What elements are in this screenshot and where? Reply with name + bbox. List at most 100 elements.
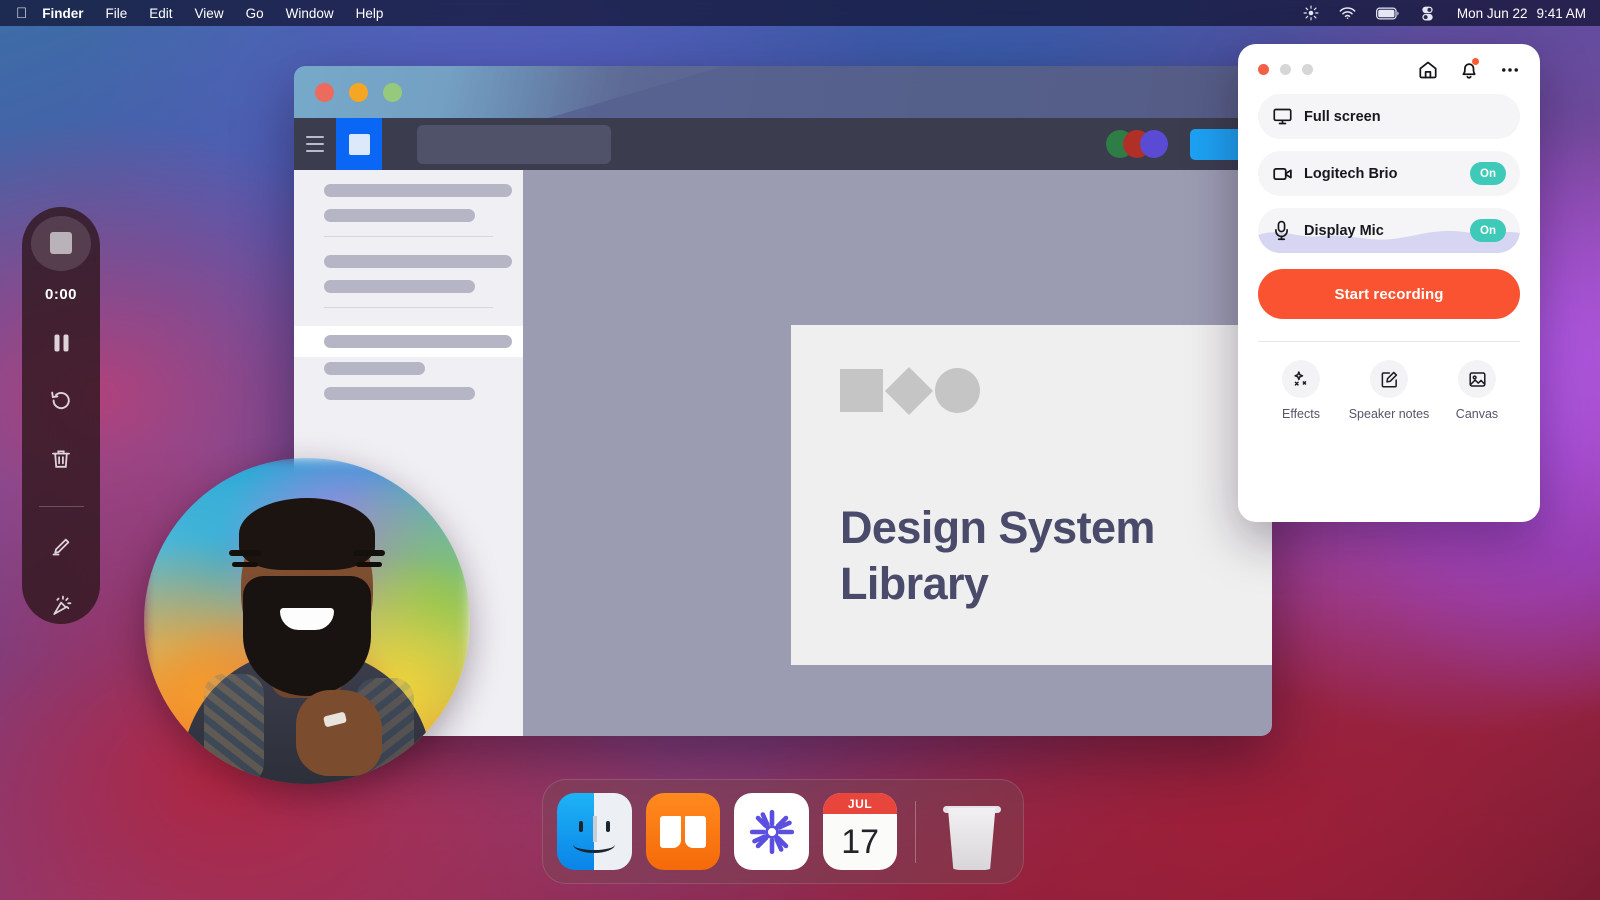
book-page-left [659, 815, 681, 848]
panel-header-actions [1414, 56, 1524, 84]
square-shape-icon [840, 369, 883, 412]
panel-zoom-button[interactable] [1302, 64, 1313, 75]
pause-icon[interactable] [41, 325, 81, 361]
person-eyebrow [353, 550, 385, 556]
panel-close-button[interactable] [1258, 64, 1269, 75]
starburst-icon [749, 809, 794, 854]
control-center-icon[interactable] [1420, 6, 1435, 21]
sidebar-skeleton-row[interactable] [324, 362, 425, 375]
app-logo-icon[interactable] [336, 118, 382, 170]
person-eye [356, 562, 382, 567]
document-title: Design System Library [840, 502, 1155, 609]
window-zoom-button[interactable] [383, 83, 402, 102]
logo-glyph [348, 133, 370, 155]
sidebar-skeleton-row[interactable] [324, 255, 512, 268]
document-shapes [840, 366, 980, 415]
brightness-icon[interactable] [1303, 5, 1319, 21]
app-toolbar [294, 118, 1272, 170]
more-options-icon[interactable] [1496, 56, 1524, 84]
sidebar-divider [324, 307, 493, 308]
menu-bar-time: 9:41 AM [1536, 5, 1586, 21]
menu-item-go[interactable]: Go [246, 6, 264, 21]
menu-bar-clock[interactable]: Mon Jun 22 9:41 AM [1457, 6, 1586, 21]
panel-minimize-button[interactable] [1280, 64, 1291, 75]
person-beard [243, 576, 371, 696]
source-row-camera[interactable]: Logitech Brio On [1258, 151, 1520, 196]
sidebar-skeleton-row[interactable] [324, 184, 512, 197]
panel-traffic-lights [1258, 64, 1313, 75]
microphone-toggle[interactable]: On [1470, 219, 1506, 242]
apple-menu-icon[interactable]:  [16, 6, 27, 21]
books-glyph-icon [659, 815, 706, 848]
collaborator-avatars[interactable] [1106, 130, 1168, 158]
trash-can-icon [947, 808, 996, 870]
stop-square-icon [50, 232, 72, 255]
person-hand [296, 690, 382, 776]
window-minimize-button[interactable] [349, 83, 368, 102]
window-title-bar [294, 66, 1272, 118]
dock-item-trash[interactable] [934, 793, 1009, 870]
speaker-notes-label: Speaker notes [1348, 407, 1430, 421]
start-recording-button[interactable]: Start recording [1258, 269, 1520, 319]
menu-item-window[interactable]: Window [286, 6, 334, 21]
source-row-full-screen[interactable]: Full screen [1258, 94, 1520, 139]
trash-icon[interactable] [41, 442, 81, 478]
dock-item-calendar[interactable]: JUL 17 [822, 793, 898, 870]
notification-badge [1472, 58, 1479, 65]
macos-menu-bar:  Finder File Edit View Go Window Help [0, 0, 1600, 26]
menu-item-view[interactable]: View [195, 6, 224, 21]
effects-button[interactable]: Effects [1264, 360, 1338, 421]
sidebar-skeleton-row[interactable] [324, 280, 475, 293]
effects-icon [1282, 360, 1320, 398]
sidebar-divider [324, 236, 493, 237]
document-canvas[interactable]: Design System Library [523, 170, 1272, 736]
person-eye [232, 562, 258, 567]
canvas-button[interactable]: Canvas [1440, 360, 1514, 421]
dock-item-finder[interactable] [557, 793, 632, 870]
panel-action-row: Effects Speaker notes Canvas [1238, 342, 1540, 421]
home-icon[interactable] [1414, 56, 1442, 84]
speaker-notes-button[interactable]: Speaker notes [1349, 360, 1429, 421]
window-traffic-lights [315, 83, 402, 102]
dock-item-starburst-app[interactable] [734, 793, 809, 870]
camera-bubble[interactable] [144, 458, 470, 784]
recording-timer: 0:00 [44, 285, 78, 303]
book-page-right [684, 815, 706, 848]
dock-divider [915, 800, 917, 863]
source-row-microphone[interactable]: Display Mic On [1258, 208, 1520, 253]
menu-item-help[interactable]: Help [356, 6, 384, 21]
avatar[interactable] [1140, 130, 1168, 158]
finder-eye-left [579, 820, 584, 832]
sidebar-item-selected[interactable] [294, 326, 523, 357]
speaker-notes-icon [1370, 360, 1408, 398]
menu-item-file[interactable]: File [106, 6, 128, 21]
menu-item-edit[interactable]: Edit [149, 6, 172, 21]
stop-recording-button[interactable] [31, 216, 91, 271]
document-card[interactable]: Design System Library [791, 325, 1272, 665]
source-label-microphone: Display Mic [1304, 222, 1384, 239]
sidebar-skeleton-row[interactable] [324, 209, 475, 222]
calendar-month: JUL [822, 793, 898, 814]
window-close-button[interactable] [315, 83, 334, 102]
recorder-panel[interactable]: Full screen Logitech Brio On Display Mic… [1238, 44, 1540, 522]
hamburger-line [306, 136, 324, 138]
wifi-icon[interactable] [1339, 6, 1356, 20]
battery-icon[interactable] [1375, 7, 1400, 20]
bell-icon[interactable] [1455, 56, 1483, 84]
dock-item-books[interactable] [645, 793, 721, 870]
sidebar-skeleton-row[interactable] [324, 387, 475, 400]
person-hair [239, 498, 375, 570]
search-input[interactable] [417, 124, 611, 164]
camera-toggle[interactable]: On [1470, 162, 1506, 185]
diamond-shape-icon [884, 366, 934, 415]
recording-toolbar[interactable]: 0:00 [22, 207, 100, 624]
finder-face-right [594, 793, 632, 870]
hamburger-icon[interactable] [294, 118, 336, 170]
magic-wand-icon[interactable] [41, 588, 81, 624]
display-icon [1272, 106, 1298, 127]
menu-item-finder[interactable]: Finder [42, 6, 83, 21]
calendar-day: 17 [841, 823, 880, 861]
restart-icon[interactable] [41, 383, 81, 419]
toolbar-divider [38, 506, 84, 508]
pen-icon[interactable] [41, 529, 81, 565]
